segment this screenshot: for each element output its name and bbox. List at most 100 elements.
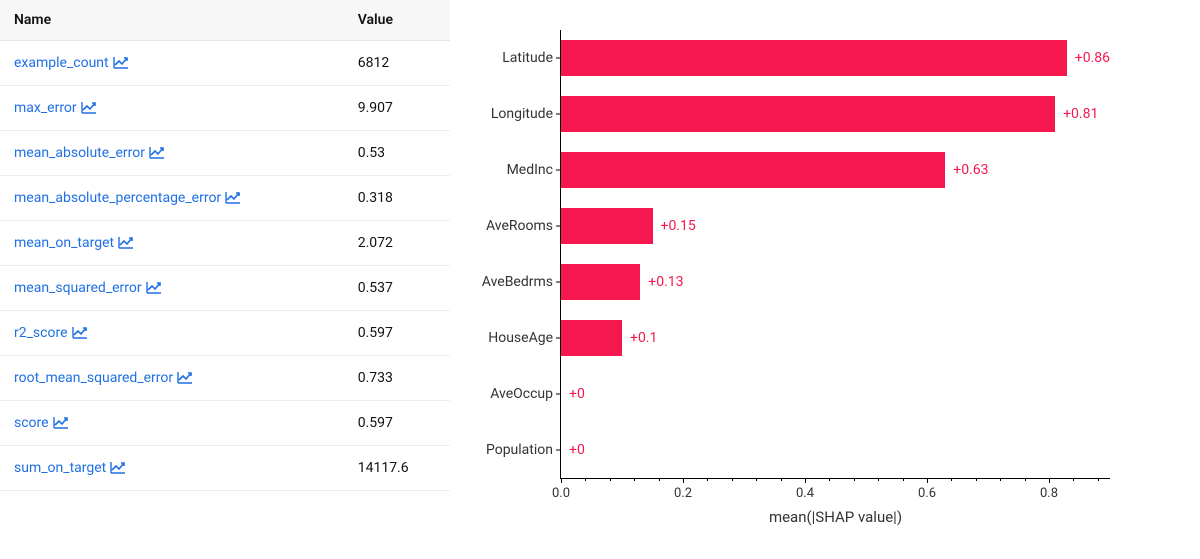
- x-minor-tick: [1073, 478, 1074, 481]
- col-header-value[interactable]: Value: [344, 0, 450, 41]
- line-chart-icon[interactable]: [72, 326, 88, 339]
- x-tick: [805, 478, 806, 483]
- line-chart-icon[interactable]: [177, 371, 193, 384]
- metric-name-text: mean_on_target: [14, 235, 114, 251]
- metric-name-text: r2_score: [14, 325, 68, 341]
- x-minor-tick: [951, 478, 952, 481]
- metric-value: 0.733: [344, 356, 450, 401]
- metric-name-text: mean_squared_error: [14, 280, 142, 296]
- line-chart-icon[interactable]: [118, 236, 134, 249]
- metric-name-text: root_mean_squared_error: [14, 370, 173, 386]
- metric-link[interactable]: example_count: [14, 55, 129, 71]
- y-tick-label: Population: [486, 442, 561, 458]
- line-chart-icon[interactable]: [110, 461, 126, 474]
- y-tick-label: AveRooms: [486, 218, 561, 234]
- bar: [561, 320, 622, 356]
- x-minor-tick: [610, 478, 611, 481]
- bar-row: +0.81: [561, 96, 1110, 132]
- y-tick-label: HouseAge: [488, 330, 561, 346]
- table-row: mean_squared_error 0.537: [0, 266, 450, 311]
- metrics-table: Name Value example_count 6812 max_error 9.9…: [0, 0, 450, 491]
- metric-link[interactable]: score: [14, 415, 69, 431]
- metric-value: 14117.6: [344, 446, 450, 491]
- metric-name-text: example_count: [14, 55, 109, 71]
- bar-value-label: +0.1: [630, 330, 657, 346]
- x-tick: [1049, 478, 1050, 483]
- y-tick-label: Longitude: [491, 106, 561, 122]
- bar: [561, 152, 945, 188]
- x-tick-label: 0.6: [918, 486, 936, 501]
- table-row: root_mean_squared_error 0.733: [0, 356, 450, 401]
- bar-row: +0.86: [561, 40, 1110, 76]
- x-minor-tick: [781, 478, 782, 481]
- x-tick: [927, 478, 928, 483]
- metric-name-text: mean_absolute_error: [14, 145, 145, 161]
- x-minor-tick: [634, 478, 635, 481]
- metric-value: 2.072: [344, 221, 450, 266]
- bar: [561, 96, 1055, 132]
- x-minor-tick: [854, 478, 855, 481]
- x-minor-tick: [756, 478, 757, 481]
- line-chart-icon[interactable]: [113, 56, 129, 69]
- y-tick-label: Latitude: [502, 50, 561, 66]
- bar-value-label: +0.81: [1063, 106, 1098, 122]
- bar: [561, 264, 640, 300]
- x-minor-tick: [1000, 478, 1001, 481]
- x-minor-tick: [878, 478, 879, 481]
- plot-area: mean(|SHAP value|) 0.00.20.40.60.8 Latit…: [560, 30, 1110, 479]
- table-row: score 0.597: [0, 401, 450, 446]
- metric-name-text: score: [14, 415, 49, 431]
- line-chart-icon[interactable]: [225, 191, 241, 204]
- metric-link[interactable]: mean_absolute_error: [14, 145, 165, 161]
- metric-value: 0.597: [344, 311, 450, 356]
- col-header-name[interactable]: Name: [0, 0, 344, 41]
- metric-value: 0.537: [344, 266, 450, 311]
- x-minor-tick: [585, 478, 586, 481]
- x-minor-tick: [1098, 478, 1099, 481]
- metric-link[interactable]: mean_absolute_percentage_error: [14, 190, 241, 206]
- x-tick-label: 0.4: [796, 486, 814, 501]
- metric-link[interactable]: mean_squared_error: [14, 280, 162, 296]
- bar: [561, 40, 1067, 76]
- x-tick: [683, 478, 684, 483]
- metrics-panel: Name Value example_count 6812 max_error 9.9…: [0, 0, 450, 559]
- y-tick-label: AveOccup: [490, 386, 561, 402]
- metric-link[interactable]: r2_score: [14, 325, 88, 341]
- table-row: r2_score 0.597: [0, 311, 450, 356]
- line-chart-icon[interactable]: [149, 146, 165, 159]
- metric-name-text: sum_on_target: [14, 460, 106, 476]
- x-minor-tick: [829, 478, 830, 481]
- metric-link[interactable]: max_error: [14, 100, 97, 116]
- table-row: sum_on_target 14117.6: [0, 446, 450, 491]
- bar-value-label: +0.13: [648, 274, 683, 290]
- metric-link[interactable]: mean_on_target: [14, 235, 134, 251]
- metric-value: 0.53: [344, 131, 450, 176]
- bar-row: +0.63: [561, 152, 1110, 188]
- shap-bar-chart: mean(|SHAP value|) 0.00.20.40.60.8 Latit…: [460, 10, 1180, 539]
- x-minor-tick: [976, 478, 977, 481]
- metric-name-text: mean_absolute_percentage_error: [14, 190, 221, 206]
- x-tick-label: 0.2: [674, 486, 692, 501]
- bar-value-label: +0.63: [953, 162, 988, 178]
- metric-link[interactable]: sum_on_target: [14, 460, 126, 476]
- y-tick-label: MedInc: [507, 162, 561, 178]
- metric-link[interactable]: root_mean_squared_error: [14, 370, 193, 386]
- y-tick-label: AveBedrms: [482, 274, 561, 290]
- x-minor-tick: [707, 478, 708, 481]
- x-tick: [561, 478, 562, 483]
- line-chart-icon[interactable]: [81, 101, 97, 114]
- metric-value: 0.597: [344, 401, 450, 446]
- line-chart-icon[interactable]: [53, 416, 69, 429]
- line-chart-icon[interactable]: [146, 281, 162, 294]
- x-minor-tick: [903, 478, 904, 481]
- bar-row: +0: [561, 432, 1110, 468]
- metric-value: 9.907: [344, 86, 450, 131]
- x-tick-label: 0.8: [1040, 486, 1058, 501]
- bar-row: +0: [561, 376, 1110, 412]
- bar: [561, 208, 653, 244]
- metric-name-text: max_error: [14, 100, 77, 116]
- x-axis-label: mean(|SHAP value|): [769, 508, 902, 526]
- metric-value: 6812: [344, 41, 450, 86]
- bar-row: +0.1: [561, 320, 1110, 356]
- bar-value-label: +0.15: [661, 218, 696, 234]
